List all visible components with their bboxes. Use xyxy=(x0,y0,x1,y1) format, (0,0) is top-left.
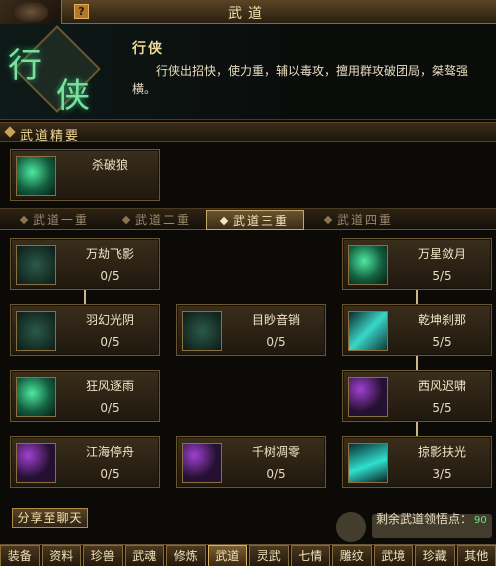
class-header: 行 侠 行侠 行侠出招快，使力重，辅以毒攻，擅用群攻破团局，桀骜强横。 xyxy=(0,24,496,120)
remaining-points: 剩余武道领悟点： 90 xyxy=(376,510,487,527)
share-to-chat-button[interactable]: 分享至聊天 xyxy=(12,508,88,528)
skill-level: 0/5 xyxy=(266,335,286,349)
class-description: 行侠出招快，使力重，辅以毒攻，擅用群攻破团局，桀骜强横。 xyxy=(132,64,469,96)
tab-tier-4[interactable]: 武道四重 xyxy=(310,210,408,230)
serpent-icon xyxy=(182,311,222,351)
class-name: 行侠 xyxy=(132,41,164,57)
purple-blade-icon xyxy=(348,377,388,417)
bottom-tab-other[interactable]: 其他 xyxy=(456,545,496,566)
skill-card-jianghai-tingzhou[interactable]: 江海停舟 0/5 xyxy=(10,436,160,488)
skill-card-qianshu-diaoling[interactable]: 千树凋零 0/5 xyxy=(176,436,326,488)
tab-tier-3[interactable]: 武道三重 xyxy=(206,210,304,230)
skill-card-kuangfeng-zhuyu[interactable]: 狂风逐雨 0/5 xyxy=(10,370,160,422)
skill-card-mumiao-yinxiao[interactable]: 目眇音销 0/5 xyxy=(176,304,326,356)
bottom-tab-wujing[interactable]: 武境 xyxy=(373,545,413,566)
jade-claw-icon xyxy=(348,245,388,285)
wind-icon xyxy=(16,377,56,417)
bottom-tab-collection[interactable]: 珍藏 xyxy=(415,545,455,566)
bottom-tab-lingwu[interactable]: 灵武 xyxy=(249,545,289,566)
emblem-glyph-2: 侠 xyxy=(56,76,90,116)
wolf-icon xyxy=(16,156,56,196)
feather-icon xyxy=(16,311,56,351)
bottom-tab-training[interactable]: 修炼 xyxy=(166,545,206,566)
bottom-tab-qiqing[interactable]: 七情 xyxy=(290,545,330,566)
skill-card-yuhuan-guangyin[interactable]: 羽幻光阴 0/5 xyxy=(10,304,160,356)
title-bar: ? 武道 xyxy=(0,0,496,24)
skill-level: 5/5 xyxy=(432,401,452,415)
points-label: 剩余武道领悟点： xyxy=(376,512,473,526)
essence-skill-card[interactable]: 杀破狼 xyxy=(10,149,160,201)
skill-card-qiankun-chana[interactable]: 乾坤刹那 5/5 xyxy=(342,304,492,356)
bottom-tab-wuhun[interactable]: 武魂 xyxy=(124,545,164,566)
bottom-tab-equipment[interactable]: 装备 xyxy=(0,545,40,566)
dark-blade-icon xyxy=(182,443,222,483)
skill-level: 0/5 xyxy=(100,467,120,481)
window-title: 武道 xyxy=(228,6,268,22)
skill-card-wanxing-duoyue[interactable]: 万星敛月 5/5 xyxy=(342,238,492,290)
boat-icon xyxy=(16,443,56,483)
skill-level: 5/5 xyxy=(432,335,452,349)
points-value: 90 xyxy=(474,515,487,526)
bottom-tab-pets[interactable]: 珍兽 xyxy=(83,545,123,566)
bottom-tab-engraving[interactable]: 雕纹 xyxy=(332,545,372,566)
shadow-beast-icon xyxy=(16,245,56,285)
skill-card-xifeng-chixiao[interactable]: 西风迟啸 5/5 xyxy=(342,370,492,422)
bottom-tab-wudao[interactable]: 武道 xyxy=(207,545,247,566)
skill-level: 0/5 xyxy=(100,401,120,415)
skill-card-lveying-fuguang[interactable]: 掠影扶光 3/5 xyxy=(342,436,492,488)
skill-level: 0/5 xyxy=(266,467,286,481)
skill-name: 杀破狼 xyxy=(91,158,128,172)
skill-card-wanjie-feiying[interactable]: 万劫飞影 0/5 xyxy=(10,238,160,290)
skill-level: 5/5 xyxy=(432,269,452,283)
tab-tier-1[interactable]: 武道一重 xyxy=(6,210,104,230)
essence-section-header: 武道精要 xyxy=(0,122,496,144)
blade-icon xyxy=(348,311,388,351)
class-emblem-icon: 行 侠 xyxy=(4,25,108,116)
tier-tabs: 武道一重 武道二重 武道三重 武道四重 xyxy=(0,208,496,230)
skill-level: 0/5 xyxy=(100,335,120,349)
emblem-glyph-1: 行 xyxy=(8,46,42,86)
light-blade-icon xyxy=(348,443,388,483)
tab-tier-2[interactable]: 武道二重 xyxy=(108,210,206,230)
essence-section-title: 武道精要 xyxy=(20,129,81,144)
skill-level: 0/5 xyxy=(100,269,120,283)
skill-level: 3/5 xyxy=(432,467,452,481)
bottom-nav: 装备 资料 珍兽 武魂 修炼 武道 灵武 七情 雕纹 武境 珍藏 其他 xyxy=(0,544,496,566)
bottom-tab-profile[interactable]: 资料 xyxy=(41,545,81,566)
